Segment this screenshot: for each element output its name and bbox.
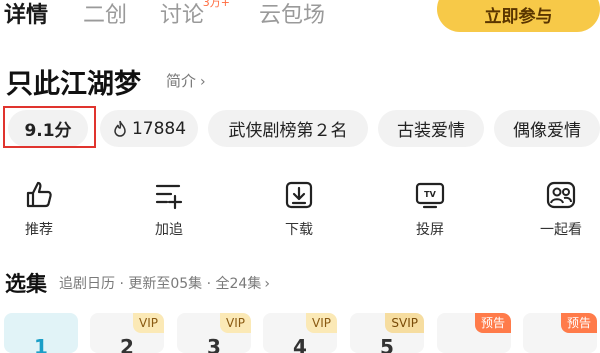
episode-card-2[interactable]: VIP 2: [90, 313, 164, 353]
vip-badge: VIP: [133, 313, 164, 333]
chevron-right-icon: ›: [264, 276, 270, 292]
download-icon: [285, 181, 313, 209]
top-tabs: 详情 二创 讨论 3万+ 云包场 立即参与: [0, 0, 600, 36]
show-title: 只此江湖梦: [6, 69, 141, 100]
preview-badge: 预告: [560, 313, 597, 333]
tab-discuss[interactable]: 讨论 3万+: [160, 0, 230, 29]
episode-card-preview-1[interactable]: 预告: [437, 313, 511, 353]
genre-chip-costume-romance[interactable]: 古装爱情: [378, 110, 484, 147]
flame-icon: [114, 120, 126, 137]
heat-chip[interactable]: 17884: [100, 110, 198, 147]
discuss-count-badge: 3万+: [202, 0, 231, 9]
episode-number: 5: [380, 335, 394, 353]
score-highlight-box: [3, 106, 96, 148]
episode-number: 1: [34, 335, 48, 353]
episode-card-preview-2[interactable]: 预告: [523, 313, 597, 353]
join-now-button[interactable]: 立即参与: [437, 0, 600, 32]
add-list-icon: [155, 184, 183, 210]
recommend-label: 推荐: [25, 222, 53, 238]
episodes-meta: 追剧日历 · 更新至05集 · 全24集: [59, 276, 262, 292]
rank-chip[interactable]: 武侠剧榜第２名: [208, 110, 368, 147]
svg-text:TV: TV: [424, 190, 436, 199]
download-button[interactable]: 下载: [264, 180, 334, 239]
episodes-meta-link[interactable]: 追剧日历 · 更新至05集 · 全24集 ›: [59, 273, 270, 293]
episode-number: 4: [293, 335, 307, 353]
watch-together-button[interactable]: 一起看: [526, 180, 596, 239]
tab-second-creation[interactable]: 二创: [83, 0, 127, 29]
episode-card-3[interactable]: VIP 3: [177, 313, 251, 353]
svip-badge: SVIP: [385, 313, 424, 333]
watch-together-label: 一起看: [540, 222, 582, 238]
intro-label: 简介: [166, 72, 197, 90]
tab-discuss-label: 讨论: [160, 3, 205, 28]
vip-badge: VIP: [220, 313, 251, 333]
cast-label: 投屏: [416, 222, 444, 238]
preview-badge: 预告: [474, 313, 511, 333]
follow-button[interactable]: 加追: [134, 180, 204, 239]
recommend-button[interactable]: 推荐: [4, 180, 74, 239]
genre-chip-idol-romance[interactable]: 偶像爱情: [494, 110, 600, 147]
thumbs-up-icon: [26, 181, 52, 208]
download-label: 下载: [285, 222, 313, 238]
episodes-title: 选集: [5, 272, 47, 296]
tv-icon: TV: [415, 182, 445, 209]
chevron-right-icon: ›: [200, 74, 206, 90]
follow-label: 加追: [155, 222, 183, 238]
episode-number: 2: [120, 335, 134, 353]
episode-card-5[interactable]: SVIP 5: [350, 313, 424, 353]
cast-button[interactable]: TV 投屏: [395, 180, 465, 239]
vip-badge: VIP: [306, 313, 337, 333]
episode-card-1[interactable]: 1: [4, 313, 78, 353]
watch-together-icon: [546, 181, 576, 209]
episode-number: 3: [207, 335, 221, 353]
intro-link[interactable]: 简介 ›: [166, 70, 206, 91]
heat-value: 17884: [131, 118, 187, 139]
tab-cloud-screening[interactable]: 云包场: [259, 0, 325, 29]
episode-card-4[interactable]: VIP 4: [263, 313, 337, 353]
tab-detail[interactable]: 详情: [4, 0, 48, 29]
